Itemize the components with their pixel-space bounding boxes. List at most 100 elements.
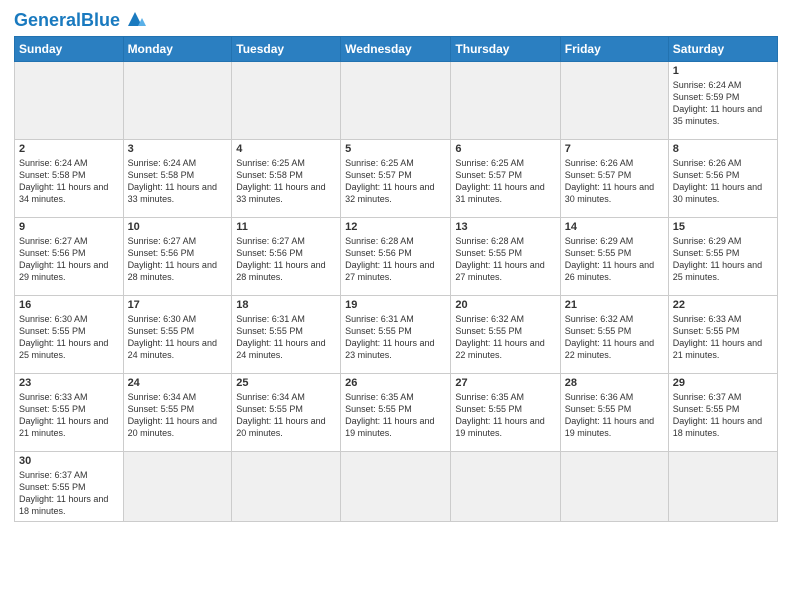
day-number: 13 (455, 221, 555, 233)
day-cell: 2Sunrise: 6:24 AM Sunset: 5:58 PM Daylig… (15, 140, 124, 218)
day-cell (451, 62, 560, 140)
day-info: Sunrise: 6:30 AM Sunset: 5:55 PM Dayligh… (19, 313, 119, 362)
day-info: Sunrise: 6:35 AM Sunset: 5:55 PM Dayligh… (345, 391, 446, 440)
day-cell: 15Sunrise: 6:29 AM Sunset: 5:55 PM Dayli… (668, 218, 777, 296)
day-info: Sunrise: 6:27 AM Sunset: 5:56 PM Dayligh… (19, 235, 119, 284)
day-cell: 29Sunrise: 6:37 AM Sunset: 5:55 PM Dayli… (668, 374, 777, 452)
day-cell: 9 Sunrise: 6:27 AM Sunset: 5:56 PM Daylig… (15, 218, 124, 296)
weekday-header-row: SundayMondayTuesdayWednesdayThursdayFrid… (15, 37, 778, 62)
week-row-3: 9 Sunrise: 6:27 AM Sunset: 5:56 PM Daylig… (15, 218, 778, 296)
day-number: 6 (455, 143, 555, 155)
day-info: Sunrise: 6:36 AM Sunset: 5:55 PM Dayligh… (565, 391, 664, 440)
day-info: Sunrise: 6:32 AM Sunset: 5:55 PM Dayligh… (455, 313, 555, 362)
day-cell (15, 62, 124, 140)
weekday-header-friday: Friday (560, 37, 668, 62)
day-info: Sunrise: 6:28 AM Sunset: 5:55 PM Dayligh… (455, 235, 555, 284)
day-cell: 24Sunrise: 6:34 AM Sunset: 5:55 PM Dayli… (123, 374, 232, 452)
week-row-6: 30 Sunrise: 6:37 AM Sunset: 5:55 PM Dayli… (15, 452, 778, 522)
day-cell: 8 Sunrise: 6:26 AM Sunset: 5:56 PM Daylig… (668, 140, 777, 218)
day-info: Sunrise: 6:31 AM Sunset: 5:55 PM Dayligh… (345, 313, 446, 362)
day-number: 8 (673, 143, 773, 155)
day-number: 28 (565, 377, 664, 389)
week-row-5: 23 Sunrise: 6:33 AM Sunset: 5:55 PM Dayli… (15, 374, 778, 452)
day-info: Sunrise: 6:25 AM Sunset: 5:57 PM Dayligh… (345, 157, 446, 206)
day-cell (232, 62, 341, 140)
day-cell: 28 Sunrise: 6:36 AM Sunset: 5:55 PM Dayli… (560, 374, 668, 452)
day-info: Sunrise: 6:26 AM Sunset: 5:57 PM Dayligh… (565, 157, 664, 206)
day-cell: 18 Sunrise: 6:31 AM Sunset: 5:55 PM Dayli… (232, 296, 341, 374)
day-number: 18 (236, 299, 336, 311)
day-cell: 4 Sunrise: 6:25 AM Sunset: 5:58 PM Daylig… (232, 140, 341, 218)
weekday-header-tuesday: Tuesday (232, 37, 341, 62)
day-cell: 13 Sunrise: 6:28 AM Sunset: 5:55 PM Dayli… (451, 218, 560, 296)
day-cell (232, 452, 341, 522)
day-cell: 30 Sunrise: 6:37 AM Sunset: 5:55 PM Dayli… (15, 452, 124, 522)
day-number: 30 (19, 455, 119, 467)
day-cell: 19 Sunrise: 6:31 AM Sunset: 5:55 PM Dayli… (341, 296, 451, 374)
day-info: Sunrise: 6:25 AM Sunset: 5:57 PM Dayligh… (455, 157, 555, 206)
day-cell: 21Sunrise: 6:32 AM Sunset: 5:55 PM Dayli… (560, 296, 668, 374)
logo-general: General (14, 10, 81, 30)
page: GeneralBlue SundayMondayTuesdayWednesday… (0, 0, 792, 532)
day-cell: 11Sunrise: 6:27 AM Sunset: 5:56 PM Dayli… (232, 218, 341, 296)
day-info: Sunrise: 6:34 AM Sunset: 5:55 PM Dayligh… (236, 391, 336, 440)
week-row-4: 16Sunrise: 6:30 AM Sunset: 5:55 PM Dayli… (15, 296, 778, 374)
day-info: Sunrise: 6:37 AM Sunset: 5:55 PM Dayligh… (673, 391, 773, 440)
day-info: Sunrise: 6:33 AM Sunset: 5:55 PM Dayligh… (673, 313, 773, 362)
day-cell (668, 452, 777, 522)
day-cell: 1 Sunrise: 6:24 AM Sunset: 5:59 PM Daylig… (668, 62, 777, 140)
day-cell (341, 452, 451, 522)
weekday-header-sunday: Sunday (15, 37, 124, 62)
day-number: 27 (455, 377, 555, 389)
day-number: 19 (345, 299, 446, 311)
logo-icon (124, 8, 146, 30)
day-info: Sunrise: 6:31 AM Sunset: 5:55 PM Dayligh… (236, 313, 336, 362)
day-number: 14 (565, 221, 664, 233)
weekday-header-thursday: Thursday (451, 37, 560, 62)
day-cell (451, 452, 560, 522)
day-number: 23 (19, 377, 119, 389)
day-info: Sunrise: 6:35 AM Sunset: 5:55 PM Dayligh… (455, 391, 555, 440)
day-cell: 10 Sunrise: 6:27 AM Sunset: 5:56 PM Dayli… (123, 218, 232, 296)
day-number: 21 (565, 299, 664, 311)
day-number: 20 (455, 299, 555, 311)
logo-text: GeneralBlue (14, 11, 120, 29)
day-info: Sunrise: 6:26 AM Sunset: 5:56 PM Dayligh… (673, 157, 773, 206)
day-info: Sunrise: 6:28 AM Sunset: 5:56 PM Dayligh… (345, 235, 446, 284)
day-cell: 5Sunrise: 6:25 AM Sunset: 5:57 PM Daylig… (341, 140, 451, 218)
weekday-header-monday: Monday (123, 37, 232, 62)
day-info: Sunrise: 6:37 AM Sunset: 5:55 PM Dayligh… (19, 469, 119, 518)
day-number: 4 (236, 143, 336, 155)
calendar: SundayMondayTuesdayWednesdayThursdayFrid… (14, 36, 778, 522)
logo: GeneralBlue (14, 10, 146, 30)
week-row-2: 2 Sunrise: 6:24 AM Sunset: 5:58 PM Daylig… (15, 140, 778, 218)
day-cell: 25 Sunrise: 6:34 AM Sunset: 5:55 PM Dayli… (232, 374, 341, 452)
day-cell (560, 62, 668, 140)
day-cell (560, 452, 668, 522)
day-number: 22 (673, 299, 773, 311)
day-cell: 6 Sunrise: 6:25 AM Sunset: 5:57 PM Daylig… (451, 140, 560, 218)
day-number: 15 (673, 221, 773, 233)
weekday-header-saturday: Saturday (668, 37, 777, 62)
day-cell: 16Sunrise: 6:30 AM Sunset: 5:55 PM Dayli… (15, 296, 124, 374)
day-info: Sunrise: 6:27 AM Sunset: 5:56 PM Dayligh… (128, 235, 228, 284)
day-info: Sunrise: 6:24 AM Sunset: 5:59 PM Dayligh… (673, 79, 773, 128)
day-info: Sunrise: 6:33 AM Sunset: 5:55 PM Dayligh… (19, 391, 119, 440)
day-info: Sunrise: 6:25 AM Sunset: 5:58 PM Dayligh… (236, 157, 336, 206)
day-cell: 26Sunrise: 6:35 AM Sunset: 5:55 PM Dayli… (341, 374, 451, 452)
day-info: Sunrise: 6:24 AM Sunset: 5:58 PM Dayligh… (128, 157, 228, 206)
day-cell: 20 Sunrise: 6:32 AM Sunset: 5:55 PM Dayli… (451, 296, 560, 374)
day-number: 10 (128, 221, 228, 233)
day-cell: 22 Sunrise: 6:33 AM Sunset: 5:55 PM Dayli… (668, 296, 777, 374)
day-cell (123, 62, 232, 140)
day-number: 25 (236, 377, 336, 389)
day-cell: 23 Sunrise: 6:33 AM Sunset: 5:55 PM Dayli… (15, 374, 124, 452)
day-number: 2 (19, 143, 119, 155)
day-cell (341, 62, 451, 140)
day-cell: 17Sunrise: 6:30 AM Sunset: 5:55 PM Dayli… (123, 296, 232, 374)
day-number: 1 (673, 65, 773, 77)
day-number: 9 (19, 221, 119, 233)
day-info: Sunrise: 6:30 AM Sunset: 5:55 PM Dayligh… (128, 313, 228, 362)
day-cell: 3Sunrise: 6:24 AM Sunset: 5:58 PM Daylig… (123, 140, 232, 218)
day-info: Sunrise: 6:34 AM Sunset: 5:55 PM Dayligh… (128, 391, 228, 440)
